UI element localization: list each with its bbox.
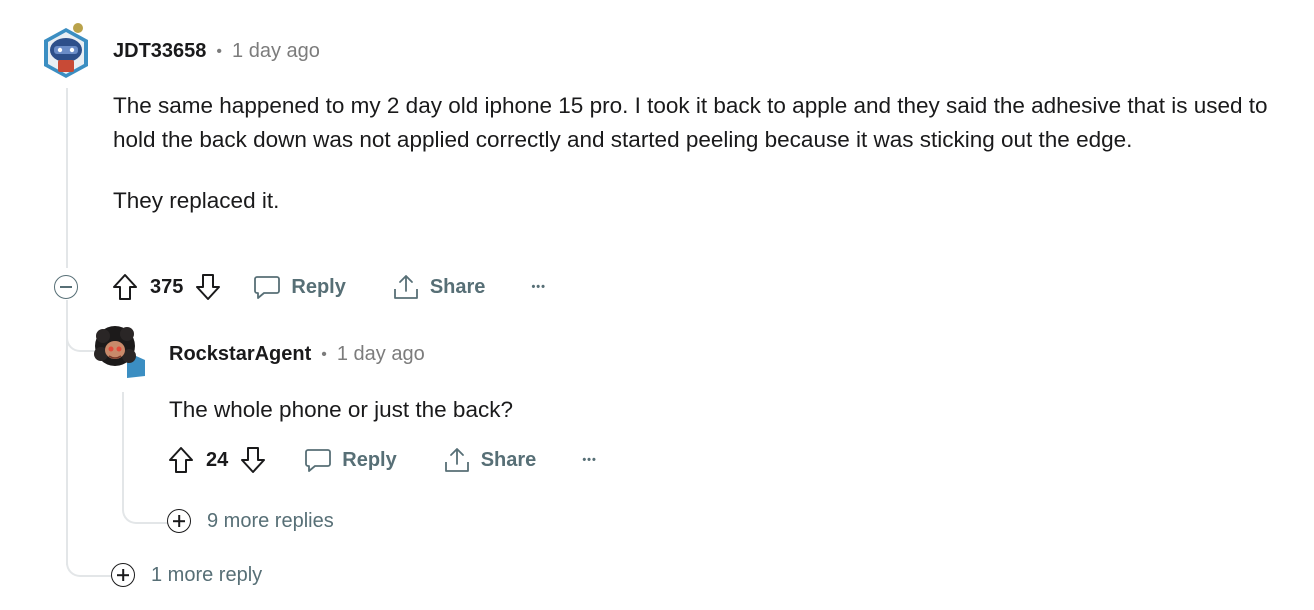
reply-label: Reply [342,448,397,471]
user-avatar-icon [44,23,88,78]
reply-body: The whole phone or just the back? [169,393,1269,427]
arrow-down-icon [196,274,221,300]
more-options-button[interactable]: ••• [531,281,546,293]
reply-meta: RockstarAgent • 1 day ago [169,343,425,366]
avatar[interactable] [40,22,92,78]
comment-paragraph: The same happened to my 2 day old iphone… [113,93,1268,152]
more-options-button[interactable]: ••• [582,454,597,466]
upvote-button[interactable] [168,446,194,474]
reply-label: Reply [291,275,346,298]
vote-count: 24 [206,448,229,471]
downvote-button[interactable] [195,273,221,301]
upvote-button[interactable] [112,273,138,301]
reply-time[interactable]: 1 day ago [337,343,425,366]
reply-button[interactable]: Reply [304,447,397,473]
reply-action-bar: 24 Reply Share ••• [168,440,597,480]
share-button[interactable]: Share [443,446,537,474]
user-avatar-icon [94,326,145,378]
reply-author[interactable]: RockstarAgent [169,343,311,366]
comment-paragraph: They replaced it. [113,188,280,213]
share-button[interactable]: Share [392,273,486,301]
arrow-up-icon [113,274,137,300]
more-reply-link[interactable]: 1 more reply [111,563,262,587]
thread-line-main [66,88,68,268]
comment-body: The same happened to my 2 day old iphone… [113,89,1303,218]
thread-curve-to-more-replies [122,490,170,524]
avatar[interactable] [93,322,147,378]
arrow-up-icon [169,447,193,473]
collapse-thread-button[interactable] [54,275,78,299]
thread-curve-to-more-reply [66,545,114,577]
comment-time[interactable]: 1 day ago [232,40,320,63]
share-icon [393,275,418,299]
comment-meta: JDT33658 • 1 day ago [113,40,320,63]
meta-separator: • [321,345,327,363]
reply-paragraph: The whole phone or just the back? [169,397,513,422]
reply-button[interactable]: Reply [253,274,346,300]
meta-separator: • [216,42,223,60]
plus-circle-icon [167,509,191,533]
comment-action-bar: 375 Reply Share ••• [112,267,546,307]
share-label: Share [429,275,486,298]
vote-count: 375 [150,275,184,298]
plus-circle-icon [111,563,135,587]
share-icon [444,448,469,472]
speech-bubble-icon [305,449,332,472]
thread-curve-to-reply [66,318,96,352]
more-replies-link[interactable]: 9 more replies [167,509,334,533]
speech-bubble-icon [254,276,281,299]
arrow-down-icon [241,447,266,473]
thread-line-reply [122,392,124,502]
more-reply-label: 1 more reply [151,563,263,586]
downvote-button[interactable] [240,446,266,474]
share-label: Share [480,448,537,471]
more-replies-label: 9 more replies [207,509,334,532]
comment-author[interactable]: JDT33658 [113,40,206,63]
